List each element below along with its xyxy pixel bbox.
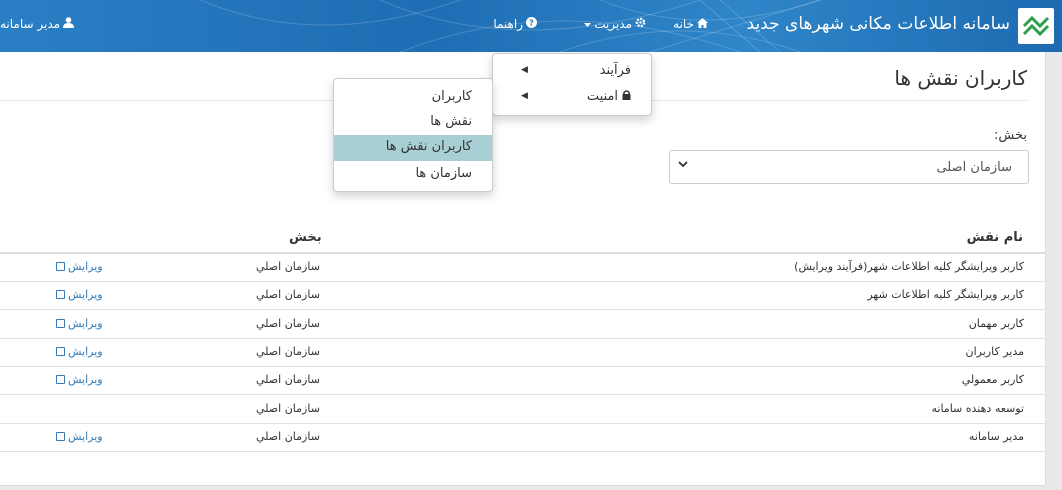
table-row: کاربر ویرایشگر کلیه اطلاعات شهر سازمان اص… <box>0 282 1046 311</box>
edit-icon <box>56 262 65 271</box>
role-name-cell: کاربر ویرایشگر کلیه اطلاعات شهر(فرآیند و… <box>794 260 1024 273</box>
role-name-cell: توسعه دهنده سامانه <box>931 401 1025 415</box>
caret-left-icon: ◀ <box>521 65 528 75</box>
lock-icon <box>622 89 631 104</box>
section-cell: سازمان اصلي <box>256 429 320 443</box>
edit-label: ویرایش <box>68 260 103 273</box>
nav-user-label: مدیر سامانه <box>0 17 61 31</box>
table-row: کاربر مهمان سازمان اصلي ویرایش <box>0 311 1046 339</box>
caret-left-icon: ◀ <box>521 91 528 101</box>
section-cell: سازمان اصلي <box>256 316 320 330</box>
nav-help-label: راهنما <box>493 17 523 31</box>
submenu-item-users[interactable]: کاربران <box>432 89 472 104</box>
column-header-role[interactable]: نام نقش <box>967 230 1023 245</box>
edit-label: ویرایش <box>68 344 103 358</box>
table-row: كاربر معمولي سازمان اصلي ویرایش <box>0 367 1046 396</box>
nav-help[interactable]: ? راهنما <box>493 17 537 31</box>
page-title: کاربران نقش ها <box>894 66 1027 90</box>
submenu-item-organizations[interactable]: سازمان ها <box>415 166 472 181</box>
edit-label: ویرایش <box>68 373 103 387</box>
edit-icon <box>56 346 65 356</box>
chevron-down-icon <box>678 158 688 172</box>
section-cell: سازمان اصلي <box>256 288 320 302</box>
nav-home-label: خانه <box>673 17 694 31</box>
edit-label: ویرایش <box>68 288 103 302</box>
submenu-item-roles[interactable]: نقش ها <box>430 114 472 129</box>
role-name-cell: کاربر مهمان <box>968 316 1024 330</box>
user-icon <box>63 17 75 31</box>
main-panel: کاربران نقش ها بخش: سازمان اصلی نام نقش … <box>0 52 1046 486</box>
column-header-section[interactable]: بخش <box>289 230 322 245</box>
edit-link[interactable]: ویرایش <box>56 430 103 443</box>
edit-link[interactable]: ویرایش <box>56 317 103 330</box>
edit-icon <box>56 290 65 300</box>
logo-icon <box>1022 15 1050 37</box>
edit-link[interactable]: ویرایش <box>56 260 103 273</box>
section-cell: سازمان اصلي <box>256 260 320 273</box>
question-circle-icon: ? <box>526 17 537 31</box>
section-select-value: سازمان اصلی <box>936 160 1012 175</box>
nav-manage[interactable]: مدیریت <box>584 17 646 31</box>
edit-label: ویرایش <box>68 429 103 443</box>
section-label: بخش: <box>994 128 1027 143</box>
role-name-cell: مدير سامانه <box>968 429 1024 443</box>
section-cell: سازمان اصلي <box>256 373 320 387</box>
edit-icon <box>56 318 65 328</box>
section-cell: سازمان اصلي <box>256 401 320 415</box>
edit-icon <box>56 431 65 441</box>
table-row: کاربر ویرایشگر کلیه اطلاعات شهر(فرآیند و… <box>0 254 1046 282</box>
table-row: مدير سامانه سازمان اصلي ویرایش <box>0 424 1046 452</box>
role-name-cell: کاربر ویرایشگر کلیه اطلاعات شهر <box>867 288 1024 302</box>
brand-logo[interactable] <box>1018 8 1054 44</box>
table-row: مدير كاربران سازمان اصلي ویرایش <box>0 339 1046 367</box>
role-name-cell: مدير كاربران <box>965 344 1024 358</box>
home-icon <box>697 17 708 31</box>
menu-item-process-label: فرآیند <box>599 63 631 78</box>
gear-icon <box>635 17 646 31</box>
edit-link[interactable]: ویرایش <box>56 345 103 358</box>
top-navbar: سامانه اطلاعات مکانی شهرهای جدید خانه مد… <box>0 0 1062 52</box>
menu-item-process[interactable]: فرآیند <box>600 63 631 78</box>
submenu-item-user-roles[interactable]: کاربران نقش ها <box>334 135 492 161</box>
edit-icon <box>56 375 65 385</box>
table-row: توسعه دهنده سامانه سازمان اصلي <box>0 396 1046 424</box>
security-submenu: کاربران نقش ها کاربران نقش ها سازمان ها <box>333 78 493 192</box>
nav-user[interactable]: مدیر سامانه <box>0 17 75 31</box>
section-select[interactable]: سازمان اصلی <box>669 150 1029 184</box>
manage-dropdown: فرآیند ◀ امنیت ◀ <box>492 53 652 116</box>
menu-item-security[interactable]: امنیت <box>587 89 631 104</box>
menu-item-security-label: امنیت <box>586 89 618 104</box>
chevron-down-icon <box>584 18 592 31</box>
role-name-cell: كاربر معمولي <box>961 373 1024 387</box>
nav-manage-label: مدیریت <box>594 17 632 31</box>
edit-label: ویرایش <box>68 316 103 330</box>
edit-link[interactable]: ویرایش <box>56 373 103 386</box>
svg-text:?: ? <box>529 19 534 28</box>
brand-title[interactable]: سامانه اطلاعات مکانی شهرهای جدید <box>747 14 1010 34</box>
section-cell: سازمان اصلي <box>256 344 320 358</box>
edit-link[interactable]: ویرایش <box>56 288 103 301</box>
nav-home[interactable]: خانه <box>673 17 708 31</box>
